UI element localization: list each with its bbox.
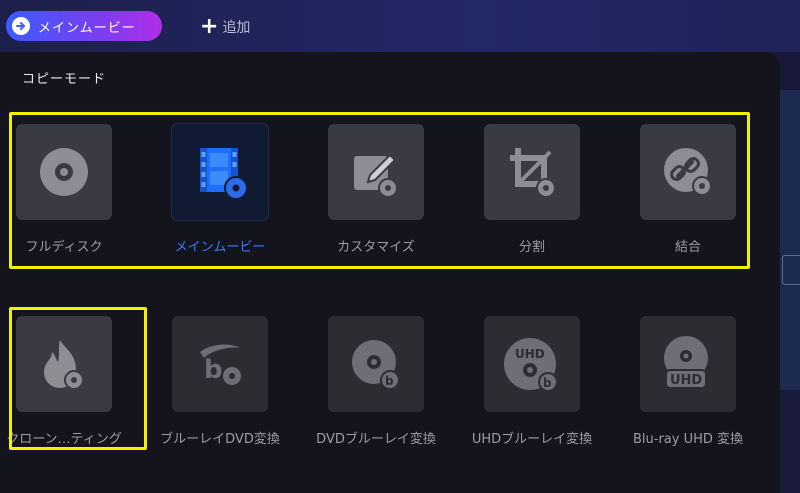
svg-text:b: b bbox=[543, 376, 552, 390]
mode-bluray-to-dvd-label: ブルーレイDVD変換 bbox=[160, 432, 280, 447]
plus-icon: + bbox=[200, 14, 219, 39]
highlight-box-row1 bbox=[9, 112, 750, 269]
svg-text:b: b bbox=[385, 374, 394, 388]
add-button[interactable]: + 追加 bbox=[200, 15, 250, 39]
mode-uhd-to-bluray[interactable]: UHD b bbox=[484, 316, 580, 412]
dvd-bluray-icon: b bbox=[352, 340, 400, 390]
highlight-box-clone bbox=[9, 307, 147, 450]
mode-pill-label: メインムービー bbox=[38, 20, 136, 36]
arrow-right-icon bbox=[12, 17, 30, 35]
panel-title: コピーモード bbox=[22, 72, 107, 87]
mode-dvd-to-bluray[interactable]: b bbox=[328, 316, 424, 412]
uhd-bluray-icon: UHD b bbox=[504, 338, 558, 392]
add-label: 追加 bbox=[222, 20, 251, 36]
bluray-uhd-icon: UHD bbox=[664, 336, 708, 389]
mode-bluray-to-dvd[interactable]: b bbox=[172, 316, 268, 412]
mode-bluray-to-uhd-label: Blu-ray UHD 変換 bbox=[632, 432, 744, 447]
top-bar: メインムービー + 追加 bbox=[0, 0, 800, 52]
bluray-disc-icon: b bbox=[200, 344, 243, 387]
svg-text:UHD: UHD bbox=[515, 347, 545, 361]
main-movie-mode-button[interactable]: メインムービー bbox=[6, 11, 162, 41]
mode-bluray-to-uhd[interactable]: UHD bbox=[640, 316, 736, 412]
svg-text:UHD: UHD bbox=[670, 373, 702, 388]
mode-uhd-to-bluray-label: UHDブルーレイ変換 bbox=[471, 432, 593, 447]
mode-dvd-to-bluray-label: DVDブルーレイ変換 bbox=[316, 432, 436, 447]
background-tab bbox=[782, 255, 800, 285]
svg-text:b: b bbox=[204, 355, 223, 385]
